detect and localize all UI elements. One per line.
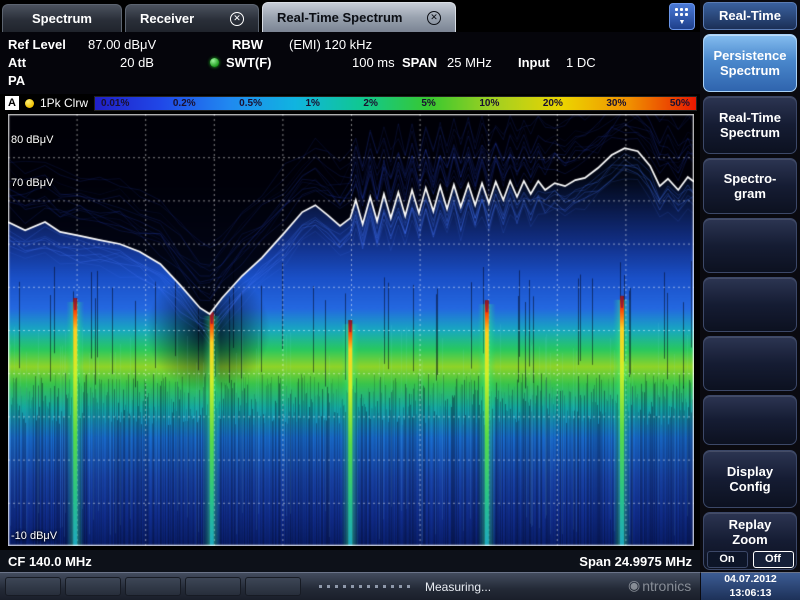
softkey-empty-1[interactable]: [703, 218, 797, 273]
swt-label: SWT(F): [226, 55, 271, 70]
tab-bar: Spectrum Receiver ✕ Real-Time Spectrum ✕: [0, 0, 700, 32]
plot-footer: CF 140.0 MHz Span 24.9975 MHz: [0, 550, 700, 572]
close-icon[interactable]: ✕: [230, 12, 244, 26]
softkey-spectrogram[interactable]: Spectro- gram: [703, 158, 797, 214]
center-frequency-readout[interactable]: CF 140.0 MHz: [8, 554, 92, 569]
span-label: SPAN: [402, 55, 437, 70]
colorbar-label: 1%: [305, 98, 319, 109]
replay-zoom-label: Replay Zoom: [729, 517, 772, 548]
ref-level-label: Ref Level: [8, 37, 66, 52]
watermark: ◉ ntronics: [628, 577, 691, 594]
close-icon[interactable]: ✕: [427, 11, 441, 25]
softkey-sidebar: Real-Time Persistence Spectrum Real-Time…: [700, 0, 800, 572]
att-label: Att: [8, 55, 26, 70]
window-layout-button[interactable]: ▼: [669, 3, 695, 30]
watermark-text: ntronics: [642, 578, 691, 594]
colorbar-label: 30%: [606, 98, 626, 109]
taskbar-slot[interactable]: [245, 577, 301, 596]
window-id-badge: A: [5, 96, 19, 110]
preamp-label: PA: [8, 73, 25, 88]
softkey-empty-3[interactable]: [703, 336, 797, 391]
colorbar-label: 50%: [670, 98, 690, 109]
rbw-label: RBW: [232, 37, 263, 52]
softkey-empty-4[interactable]: [703, 395, 797, 445]
ref-level-value[interactable]: 87.00 dBμV: [88, 37, 156, 52]
taskbar-slot[interactable]: [5, 577, 61, 596]
datetime-display: 04.07.2012 13:06:13: [700, 572, 800, 600]
y-axis-tick: -10 dBμV: [11, 530, 57, 542]
input-label: Input: [518, 55, 550, 70]
grid-dots-icon: [675, 8, 690, 18]
colorbar-label: 5%: [421, 98, 435, 109]
instrument-screen: Spectrum Receiver ✕ Real-Time Spectrum ✕…: [0, 0, 800, 600]
colorbar-gradient: 0.01% 0.2% 0.5% 1% 2% 5% 10% 20% 30% 50%: [94, 96, 697, 111]
rbw-value[interactable]: (EMI) 120 kHz: [289, 37, 372, 52]
tab-real-time-spectrum[interactable]: Real-Time Spectrum ✕: [262, 2, 456, 32]
colorbar-label: 2%: [363, 98, 377, 109]
input-value[interactable]: 1 DC: [566, 55, 596, 70]
colorbar-label: 0.5%: [239, 98, 262, 109]
plot-header: A 1Pk Clrw 0.01% 0.2% 0.5% 1% 2% 5% 10% …: [0, 94, 700, 112]
swt-status-led-icon: [210, 58, 219, 67]
replay-zoom-off-button[interactable]: Off: [753, 551, 794, 568]
trace-label: 1Pk Clrw: [40, 96, 88, 110]
colorbar-label: 20%: [543, 98, 563, 109]
swt-value[interactable]: 100 ms: [352, 55, 395, 70]
softkey-replay-zoom[interactable]: Replay Zoom On Off: [703, 512, 797, 570]
tab-label: Receiver: [140, 11, 194, 26]
trace-color-dot-icon: [25, 99, 34, 108]
chevron-down-icon: ▼: [679, 20, 686, 25]
persistence-spectrum-canvas: [8, 114, 694, 546]
taskbar-slot[interactable]: [65, 577, 121, 596]
softkey-real-time-spectrum[interactable]: Real-Time Spectrum: [703, 96, 797, 154]
softkey-persistence-spectrum[interactable]: Persistence Spectrum: [703, 34, 797, 92]
span-readout[interactable]: Span 24.9975 MHz: [579, 554, 692, 569]
span-value[interactable]: 25 MHz: [447, 55, 492, 70]
y-axis-tick: 80 dBμV: [11, 134, 53, 146]
colorbar-label: 0.2%: [173, 98, 196, 109]
power-circle-icon: ◉: [628, 577, 640, 594]
softkey-menu-title: Real-Time: [703, 2, 797, 30]
replay-zoom-on-button[interactable]: On: [707, 551, 748, 568]
tab-spectrum[interactable]: Spectrum: [2, 4, 122, 32]
time-label: 13:06:13: [729, 587, 771, 600]
colorbar-label: 0.01%: [101, 98, 129, 109]
measuring-status: Measuring...: [425, 580, 491, 594]
taskbar-slot[interactable]: [125, 577, 181, 596]
colorbar-label: 10%: [479, 98, 499, 109]
tab-label: Spectrum: [32, 11, 92, 26]
softkey-display-config[interactable]: Display Config: [703, 450, 797, 508]
y-axis-tick: 70 dBμV: [11, 177, 53, 189]
att-value[interactable]: 20 dB: [120, 55, 154, 70]
softkey-empty-2[interactable]: [703, 277, 797, 332]
measurement-header: Ref Level 87.00 dBμV RBW (EMI) 120 kHz A…: [0, 32, 700, 94]
tab-receiver[interactable]: Receiver ✕: [125, 4, 259, 32]
taskbar-slot[interactable]: [185, 577, 241, 596]
replay-zoom-toggle: On Off: [707, 551, 794, 568]
progress-dots: [319, 585, 415, 588]
date-label: 04.07.2012: [724, 573, 777, 586]
tab-label: Real-Time Spectrum: [277, 10, 402, 25]
spectrum-display-area: A 1Pk Clrw 0.01% 0.2% 0.5% 1% 2% 5% 10% …: [0, 94, 700, 572]
